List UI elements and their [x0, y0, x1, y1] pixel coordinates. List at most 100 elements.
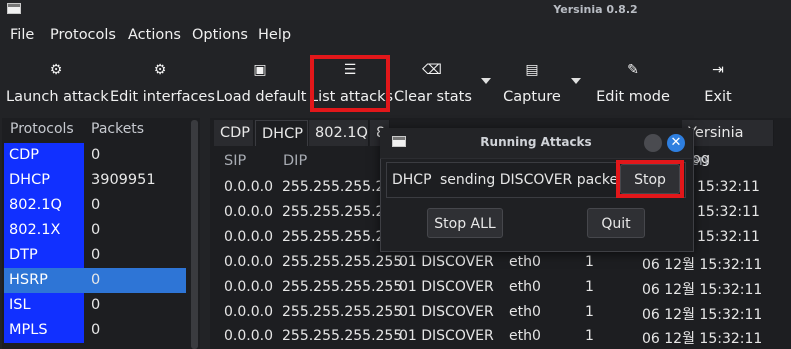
- edit-interfaces-label: Edit interfaces: [110, 89, 215, 105]
- protocol-name: HSRP: [4, 268, 84, 293]
- protocol-name: 802.1X: [4, 218, 84, 243]
- packet-count: 0: [91, 272, 101, 288]
- cell-message: 01 DISCOVER: [399, 304, 494, 320]
- menu-help[interactable]: Help: [258, 27, 291, 43]
- cell-sip: 0.0.0.0: [224, 279, 273, 295]
- protocol-name: DTP: [4, 243, 84, 268]
- capture-label: Capture: [503, 89, 561, 105]
- capture-button[interactable]: ▤ Capture: [498, 58, 566, 110]
- cell-count: 1: [585, 254, 594, 270]
- cell-dip: 255.255.255.255: [282, 304, 403, 320]
- dialog-close-icon[interactable]: ✕: [667, 134, 685, 152]
- cell-interface: eth0: [509, 279, 541, 295]
- protocol-row[interactable]: 802.1Q 0: [4, 193, 186, 218]
- cell-message: 01 DISCOVER: [399, 254, 494, 270]
- exit-icon: ⇥: [712, 62, 724, 78]
- window-titlebar: Yersinia 0.8.2: [0, 0, 791, 20]
- cell-dip: 255.255.255.255: [282, 279, 403, 295]
- cell-time: 06 12월 15:32:11: [642, 257, 763, 273]
- tab-8021q[interactable]: 802.1Q: [309, 120, 369, 146]
- cell-count: 1: [585, 279, 594, 295]
- clear-stats-label: Clear stats: [394, 89, 472, 105]
- packet-count: 0: [91, 247, 101, 263]
- menu-file[interactable]: File: [10, 27, 34, 43]
- cell-time: 06 12월 15:32:11: [642, 282, 763, 298]
- cell-sip: 0.0.0.0: [224, 229, 273, 245]
- column-sip[interactable]: SIP: [224, 153, 246, 169]
- tab-dhcp[interactable]: DHCP: [255, 120, 308, 146]
- backspace-icon: ⌫: [422, 62, 442, 78]
- pencil-icon: ✎: [627, 62, 639, 78]
- dialog-window-icon: [392, 136, 406, 147]
- packets-header[interactable]: Packets: [91, 121, 144, 137]
- protocol-row[interactable]: MPLS 0: [4, 318, 186, 343]
- exit-label: Exit: [704, 89, 732, 105]
- list-attacks-highlight: [310, 55, 390, 112]
- menu-options[interactable]: Options: [192, 27, 248, 43]
- launch-attack-label: Launch attack: [6, 89, 109, 105]
- packet-count: 3909951: [91, 172, 156, 188]
- load-default-label: Load default: [216, 89, 307, 105]
- protocol-name: MPLS: [4, 318, 84, 343]
- menu-protocols[interactable]: Protocols: [50, 27, 116, 43]
- tab-cdp[interactable]: CDP: [214, 120, 254, 146]
- protocol-row[interactable]: 802.1X 0: [4, 218, 186, 243]
- cell-dip: 255.255.255.255: [282, 254, 403, 270]
- protocol-row[interactable]: DTP 0: [4, 243, 186, 268]
- protocol-row[interactable]: CDP 0: [4, 143, 186, 168]
- clear-stats-button[interactable]: ⌫ Clear stats: [394, 58, 472, 110]
- attack-protocol: DHCP: [392, 172, 432, 188]
- menu-actions[interactable]: Actions: [128, 27, 181, 43]
- column-dip[interactable]: DIP: [283, 153, 307, 169]
- quit-button[interactable]: Quit: [587, 208, 645, 238]
- stop-all-button[interactable]: Stop ALL: [427, 208, 503, 238]
- cell-dip: 255.255.255.255: [282, 328, 403, 344]
- protocol-name: ISL: [4, 293, 84, 318]
- launch-attack-button[interactable]: ⚙ Launch attack: [6, 58, 109, 110]
- clear-stats-dropdown-icon[interactable]: [481, 78, 491, 84]
- cell-interface: eth0: [509, 254, 541, 270]
- cell-count: 1: [585, 328, 594, 344]
- protocol-row-selected[interactable]: HSRP 0: [4, 268, 186, 293]
- cell-time: 06 12월 15:32:11: [642, 307, 763, 323]
- protocols-scrollbar[interactable]: [191, 120, 198, 349]
- cell-time: 15:32:11: [697, 179, 760, 195]
- protocol-name: 802.1Q: [4, 193, 84, 218]
- cell-sip: 0.0.0.0: [224, 254, 273, 270]
- protocol-row[interactable]: DHCP 3909951: [4, 168, 186, 193]
- monitor-icon: ▣: [253, 62, 267, 78]
- gears-icon: ⚙: [49, 62, 63, 78]
- cell-message: 01 DISCOVER: [399, 328, 494, 344]
- packet-count: 0: [91, 197, 101, 213]
- protocols-header[interactable]: Protocols: [10, 121, 74, 137]
- stop-button-highlight: [616, 160, 684, 198]
- packet-count: 0: [91, 147, 101, 163]
- cell-time: 06 12월 15:32:11: [642, 331, 763, 347]
- dialog-minimize-icon[interactable]: [644, 134, 662, 152]
- edit-mode-button[interactable]: ✎ Edit mode: [596, 58, 670, 110]
- gears-icon: ⚙: [153, 62, 167, 78]
- cell-sip: 0.0.0.0: [224, 328, 273, 344]
- capture-dropdown-icon[interactable]: [571, 78, 581, 84]
- edit-mode-label: Edit mode: [596, 89, 670, 105]
- packet-count: 0: [91, 322, 101, 338]
- cell-time: 15:32:11: [697, 229, 760, 245]
- protocol-row[interactable]: ISL 0: [4, 293, 186, 318]
- cell-sip: 0.0.0.0: [224, 204, 273, 220]
- cell-time: 15:32:11: [697, 204, 760, 220]
- cell-interface: eth0: [509, 304, 541, 320]
- protocol-name: DHCP: [4, 168, 84, 193]
- attack-description: sending DISCOVER packet: [440, 172, 624, 188]
- window-icon: [7, 3, 21, 14]
- window-title: Yersinia 0.8.2: [553, 3, 638, 16]
- packet-count: 0: [91, 222, 101, 238]
- cell-sip: 0.0.0.0: [224, 304, 273, 320]
- cell-count: 1: [585, 304, 594, 320]
- floppy-icon: ▤: [525, 62, 539, 78]
- edit-interfaces-button[interactable]: ⚙ Edit interfaces: [110, 58, 215, 110]
- exit-button[interactable]: ⇥ Exit: [694, 58, 742, 110]
- load-default-button[interactable]: ▣ Load default: [216, 58, 307, 110]
- cell-interface: eth0: [509, 328, 541, 344]
- tab-yersinia-log[interactable]: Yersinia log: [682, 120, 774, 167]
- packet-count: 0: [91, 297, 101, 313]
